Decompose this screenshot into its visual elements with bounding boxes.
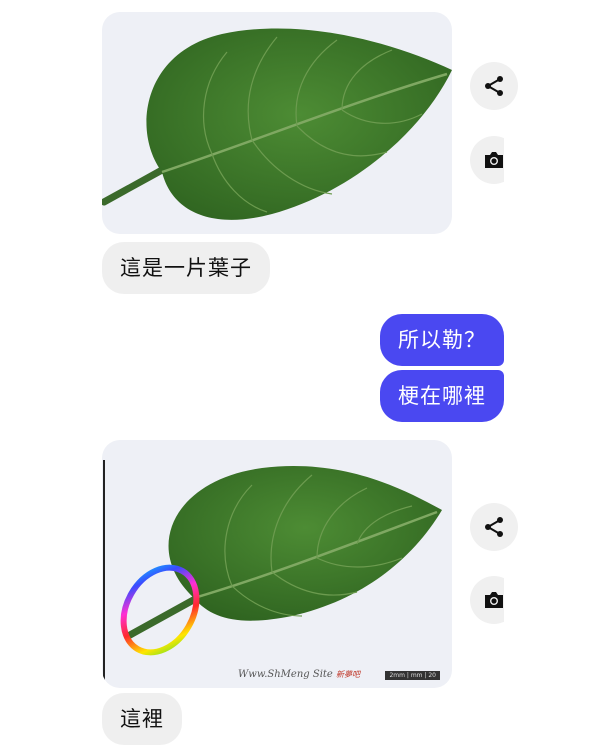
message-outgoing-2: 梗在哪裡 [380,370,504,422]
share-icon [485,76,503,96]
message-outgoing-1: 所以勒？ [380,314,504,366]
watermark: Www.ShMeng Site 新夢吧 [238,669,361,680]
share-button-1[interactable] [470,62,518,110]
leaf-photo-2[interactable]: Www.ShMeng Site 新夢吧 2mm | mm | 20 [102,440,452,688]
watermark-sub: 新夢吧 [336,670,361,679]
share-icon [485,517,503,537]
camera-icon [485,152,503,168]
camera-button-2[interactable] [470,576,504,624]
annotated-leaf-image [103,460,443,688]
camera-button-1[interactable] [470,136,504,184]
scale-bar: 2mm | mm | 20 [385,671,440,680]
share-button-2[interactable] [470,503,518,551]
message-incoming-2: 這裡 [102,693,182,745]
message-incoming-1: 這是一片葉子 [102,242,270,294]
leaf-image [102,28,452,220]
leaf-photo-1[interactable] [102,12,452,234]
camera-icon [485,592,503,608]
